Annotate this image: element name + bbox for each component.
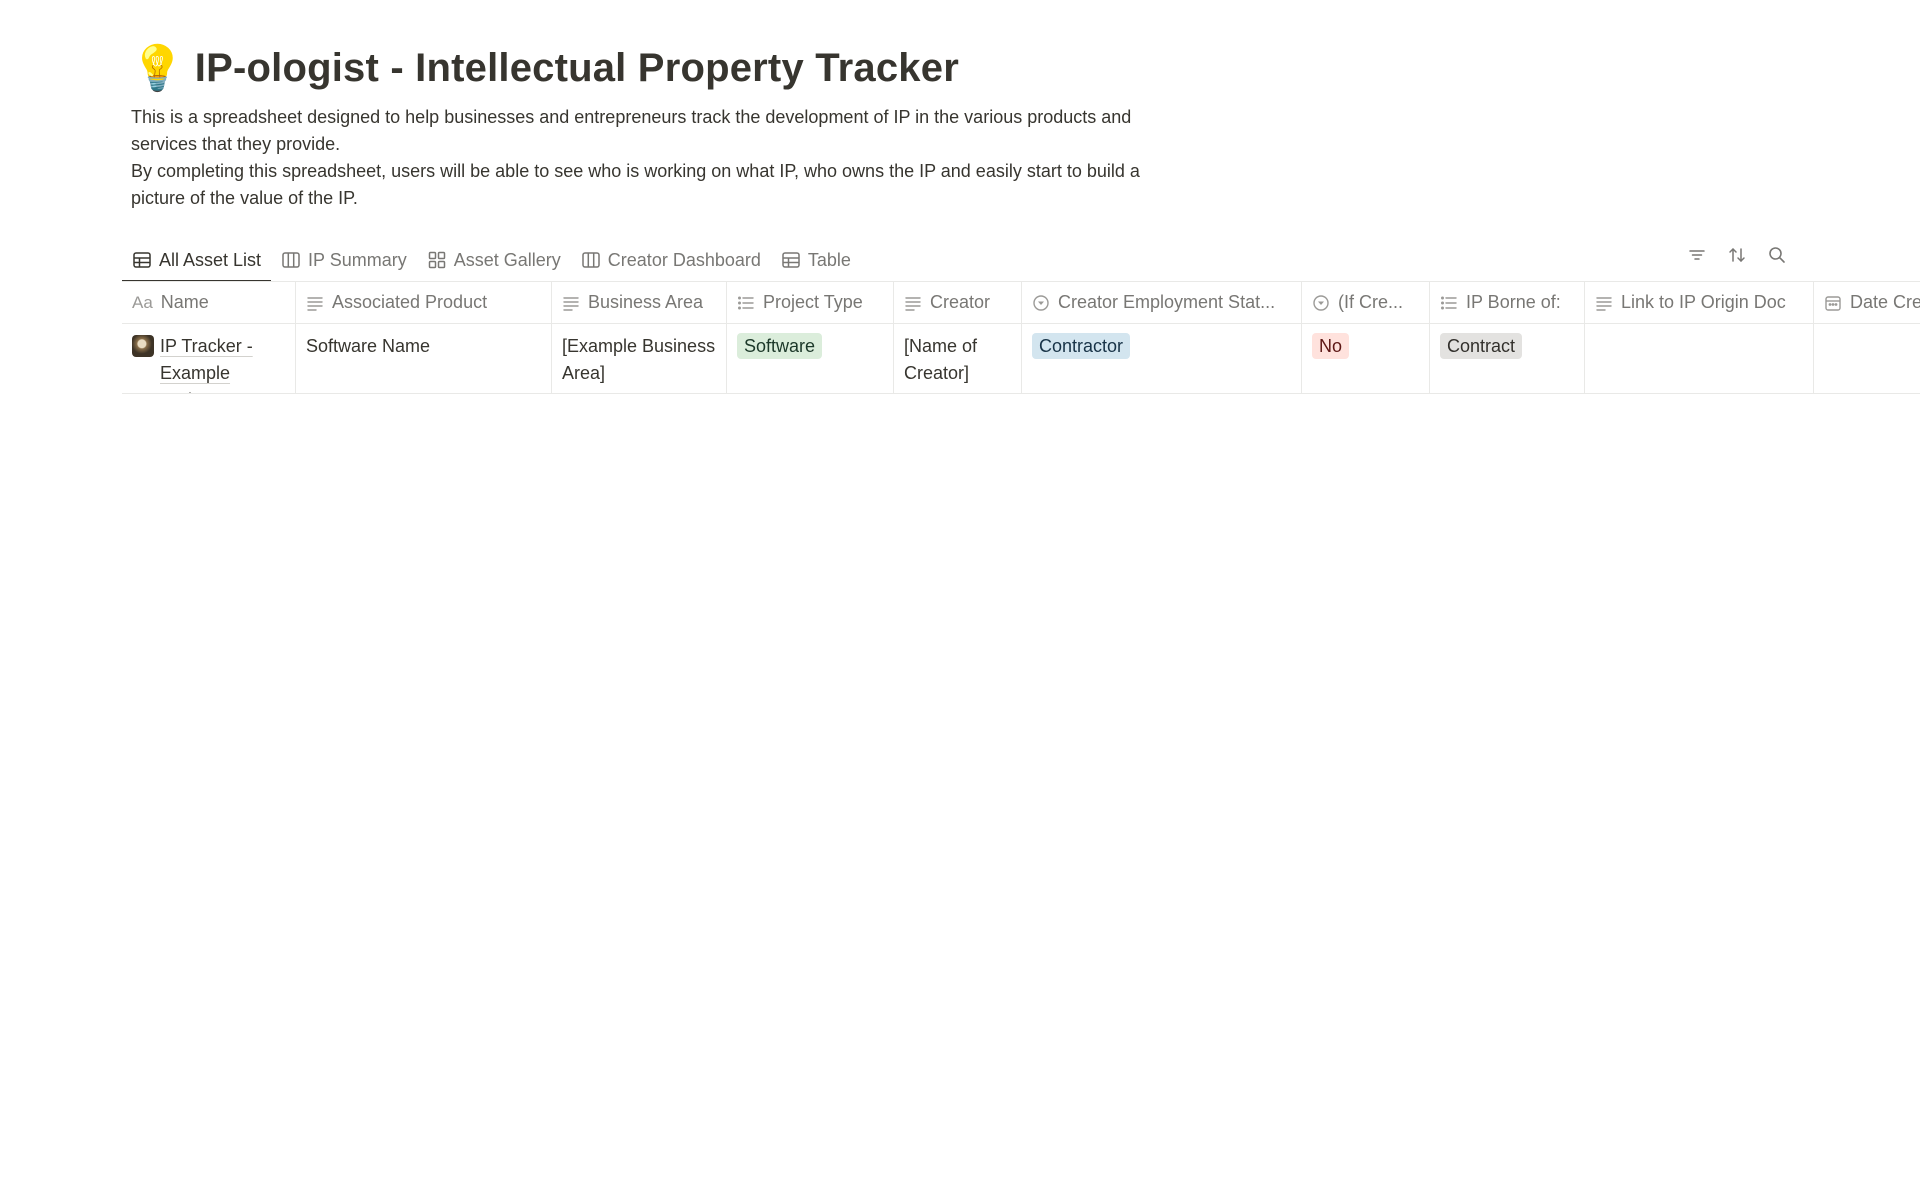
cell-text: [Example Business Area] [562, 336, 716, 383]
tag-no: No [1312, 333, 1350, 359]
cell-ip-borne-of[interactable]: Contract [1430, 324, 1585, 393]
filter-button[interactable] [1686, 244, 1708, 266]
view-toolbar [1686, 244, 1788, 266]
page-link[interactable]: IP Tracker - Example Project [132, 333, 285, 393]
filter-icon [1689, 250, 1705, 260]
cell-date-created[interactable] [1814, 324, 1920, 393]
page-title-row: 💡 IP-ologist - Intellectual Property Tra… [130, 46, 959, 91]
cell-link-to-ip-origin-doc[interactable] [1585, 324, 1814, 393]
sort-icon [1729, 248, 1745, 262]
page-description: This is a spreadsheet designed to help b… [131, 104, 1141, 212]
tab-all-asset-list[interactable]: All Asset List [122, 240, 272, 282]
asset-table: Aa Name Associated Product Business Area… [122, 282, 1920, 394]
table-header-row: Aa Name Associated Product Business Area… [122, 282, 1920, 324]
select-icon [1313, 294, 1329, 311]
tab-label: Creator Dashboard [607, 249, 761, 270]
column-label: IP Borne of: [1466, 292, 1561, 312]
cell-employment-status[interactable]: Contractor [1022, 324, 1302, 393]
lightbulb-icon[interactable]: 💡 [130, 46, 185, 91]
column-label: (If Cre... [1338, 292, 1404, 312]
table-icon [782, 252, 800, 268]
select-icon [1033, 294, 1049, 311]
column-label: Creator [930, 292, 991, 312]
column-header-date-created[interactable]: Date Cre [1814, 282, 1920, 323]
cell-creator[interactable]: [Name of Creator] [894, 324, 1022, 393]
column-label: Creator Employment Stat... [1058, 292, 1276, 312]
cell-project-type[interactable]: Software [727, 324, 894, 393]
tab-label: Table [807, 249, 851, 270]
column-header-creator[interactable]: Creator [894, 282, 1022, 323]
tab-creator-dashboard[interactable]: Creator Dashboard [571, 240, 771, 280]
page-cover-icon [132, 335, 154, 357]
column-header-project-type[interactable]: Project Type [727, 282, 894, 323]
multiselect-icon [1441, 296, 1457, 309]
notion-page: 💡 IP-ologist - Intellectual Property Tra… [0, 0, 1920, 1199]
column-header-ip-borne-of[interactable]: IP Borne of: [1430, 282, 1585, 323]
title-property-icon: Aa [132, 292, 153, 312]
row-title[interactable]: IP Tracker - Example Project [160, 333, 285, 393]
table-row[interactable]: IP Tracker - Example Project Software Na… [122, 324, 1920, 394]
column-header-business-area[interactable]: Business Area [552, 282, 727, 323]
column-label: Associated Product [332, 292, 488, 312]
column-header-associated-product[interactable]: Associated Product [296, 282, 552, 323]
cell-associated-product[interactable]: Software Name [296, 324, 552, 393]
tab-label: Asset Gallery [453, 249, 561, 270]
board-icon [582, 252, 600, 268]
cell-text: Software Name [306, 336, 431, 356]
tab-ip-summary[interactable]: IP Summary [271, 240, 417, 280]
text-icon [563, 296, 579, 311]
search-button[interactable] [1766, 244, 1788, 266]
calendar-icon [1825, 295, 1841, 311]
page-title[interactable]: IP-ologist - Intellectual Property Track… [195, 46, 959, 91]
column-header-if-creator[interactable]: (If Cre... [1302, 282, 1430, 323]
text-icon [307, 296, 323, 311]
column-label: Link to IP Origin Doc [1621, 292, 1786, 312]
tab-asset-gallery[interactable]: Asset Gallery [417, 240, 571, 280]
column-label: Date Cre [1850, 292, 1920, 312]
table-icon [133, 252, 151, 268]
column-header-name[interactable]: Aa Name [122, 282, 296, 323]
text-icon [1596, 296, 1612, 311]
column-label: Name [160, 292, 209, 312]
tab-label: IP Summary [308, 249, 407, 270]
text-icon [905, 296, 921, 311]
tag-software: Software [737, 333, 823, 359]
board-icon [282, 252, 300, 268]
cell-text: [Name of Creator] [904, 336, 978, 383]
tag-contract: Contract [1440, 333, 1523, 359]
tab-label: All Asset List [159, 249, 262, 270]
sort-button[interactable] [1726, 244, 1748, 266]
gallery-icon [428, 251, 445, 269]
column-header-creator-employment-status[interactable]: Creator Employment Stat... [1022, 282, 1302, 323]
description-paragraph-2[interactable]: By completing this spreadsheet, users wi… [131, 158, 1141, 212]
cell-if-creator[interactable]: No [1302, 324, 1430, 393]
search-icon [1769, 247, 1785, 263]
multiselect-icon [738, 296, 754, 309]
description-paragraph-1[interactable]: This is a spreadsheet designed to help b… [131, 104, 1141, 158]
tab-table[interactable]: Table [771, 240, 861, 280]
cell-name[interactable]: IP Tracker - Example Project [122, 324, 296, 393]
column-header-link-to-ip-origin-doc[interactable]: Link to IP Origin Doc [1585, 282, 1814, 323]
tag-contractor: Contractor [1032, 333, 1131, 359]
view-tabs: All Asset List IP Summary Asset Gallery … [122, 240, 861, 282]
cell-business-area[interactable]: [Example Business Area] [552, 324, 727, 393]
column-label: Business Area [588, 292, 704, 312]
column-label: Project Type [763, 292, 863, 312]
